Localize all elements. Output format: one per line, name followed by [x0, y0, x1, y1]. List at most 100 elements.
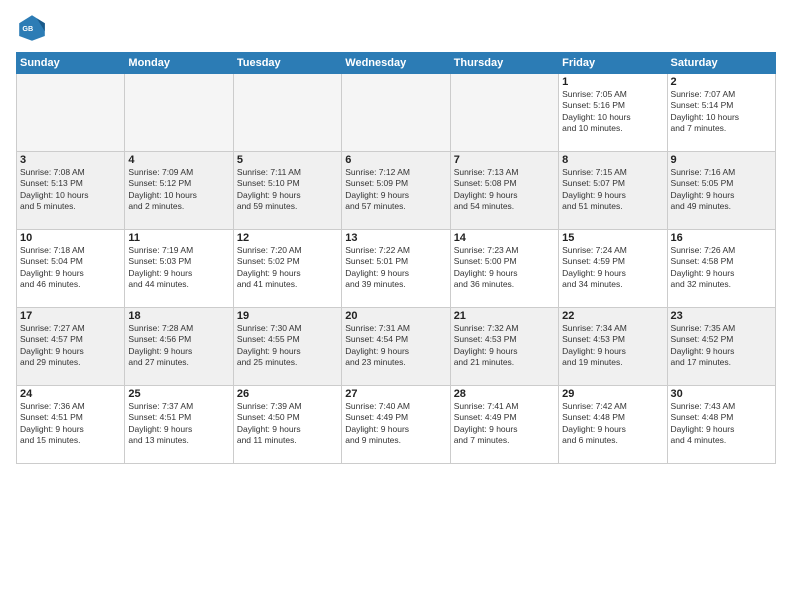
day-info: Sunrise: 7:08 AM Sunset: 5:13 PM Dayligh…	[20, 167, 121, 213]
day-number: 22	[562, 310, 663, 322]
day-info: Sunrise: 7:36 AM Sunset: 4:51 PM Dayligh…	[20, 401, 121, 447]
day-cell: 30Sunrise: 7:43 AM Sunset: 4:48 PM Dayli…	[667, 386, 775, 464]
day-cell: 20Sunrise: 7:31 AM Sunset: 4:54 PM Dayli…	[342, 308, 450, 386]
day-info: Sunrise: 7:23 AM Sunset: 5:00 PM Dayligh…	[454, 245, 555, 291]
day-cell: 9Sunrise: 7:16 AM Sunset: 5:05 PM Daylig…	[667, 152, 775, 230]
day-number: 10	[20, 232, 121, 244]
day-number: 12	[237, 232, 338, 244]
day-info: Sunrise: 7:07 AM Sunset: 5:14 PM Dayligh…	[671, 89, 772, 135]
day-number: 8	[562, 154, 663, 166]
day-info: Sunrise: 7:24 AM Sunset: 4:59 PM Dayligh…	[562, 245, 663, 291]
day-info: Sunrise: 7:22 AM Sunset: 5:01 PM Dayligh…	[345, 245, 446, 291]
day-number: 29	[562, 388, 663, 400]
day-info: Sunrise: 7:18 AM Sunset: 5:04 PM Dayligh…	[20, 245, 121, 291]
day-info: Sunrise: 7:26 AM Sunset: 4:58 PM Dayligh…	[671, 245, 772, 291]
day-number: 30	[671, 388, 772, 400]
day-cell: 27Sunrise: 7:40 AM Sunset: 4:49 PM Dayli…	[342, 386, 450, 464]
week-row-1: 1Sunrise: 7:05 AM Sunset: 5:16 PM Daylig…	[17, 74, 776, 152]
svg-text:GB: GB	[22, 24, 33, 33]
weekday-header-sunday: Sunday	[17, 53, 125, 74]
day-cell: 23Sunrise: 7:35 AM Sunset: 4:52 PM Dayli…	[667, 308, 775, 386]
header: GB	[16, 12, 776, 44]
day-cell: 18Sunrise: 7:28 AM Sunset: 4:56 PM Dayli…	[125, 308, 233, 386]
day-number: 16	[671, 232, 772, 244]
day-number: 24	[20, 388, 121, 400]
day-info: Sunrise: 7:28 AM Sunset: 4:56 PM Dayligh…	[128, 323, 229, 369]
weekday-header-tuesday: Tuesday	[233, 53, 341, 74]
day-cell	[125, 74, 233, 152]
day-cell	[342, 74, 450, 152]
week-row-2: 3Sunrise: 7:08 AM Sunset: 5:13 PM Daylig…	[17, 152, 776, 230]
day-cell: 19Sunrise: 7:30 AM Sunset: 4:55 PM Dayli…	[233, 308, 341, 386]
day-number: 26	[237, 388, 338, 400]
day-number: 13	[345, 232, 446, 244]
day-cell: 6Sunrise: 7:12 AM Sunset: 5:09 PM Daylig…	[342, 152, 450, 230]
weekday-header-saturday: Saturday	[667, 53, 775, 74]
day-info: Sunrise: 7:15 AM Sunset: 5:07 PM Dayligh…	[562, 167, 663, 213]
day-number: 17	[20, 310, 121, 322]
calendar-table: SundayMondayTuesdayWednesdayThursdayFrid…	[16, 52, 776, 464]
day-info: Sunrise: 7:39 AM Sunset: 4:50 PM Dayligh…	[237, 401, 338, 447]
day-cell: 13Sunrise: 7:22 AM Sunset: 5:01 PM Dayli…	[342, 230, 450, 308]
day-cell: 1Sunrise: 7:05 AM Sunset: 5:16 PM Daylig…	[559, 74, 667, 152]
day-cell	[233, 74, 341, 152]
day-number: 6	[345, 154, 446, 166]
day-cell: 4Sunrise: 7:09 AM Sunset: 5:12 PM Daylig…	[125, 152, 233, 230]
day-number: 9	[671, 154, 772, 166]
weekday-header-monday: Monday	[125, 53, 233, 74]
page: GB SundayMondayTuesdayWednesdayThursdayF…	[0, 0, 792, 612]
day-info: Sunrise: 7:43 AM Sunset: 4:48 PM Dayligh…	[671, 401, 772, 447]
day-cell	[450, 74, 558, 152]
day-info: Sunrise: 7:42 AM Sunset: 4:48 PM Dayligh…	[562, 401, 663, 447]
day-info: Sunrise: 7:12 AM Sunset: 5:09 PM Dayligh…	[345, 167, 446, 213]
day-number: 28	[454, 388, 555, 400]
day-info: Sunrise: 7:05 AM Sunset: 5:16 PM Dayligh…	[562, 89, 663, 135]
day-cell: 15Sunrise: 7:24 AM Sunset: 4:59 PM Dayli…	[559, 230, 667, 308]
day-number: 23	[671, 310, 772, 322]
day-cell: 26Sunrise: 7:39 AM Sunset: 4:50 PM Dayli…	[233, 386, 341, 464]
day-cell: 28Sunrise: 7:41 AM Sunset: 4:49 PM Dayli…	[450, 386, 558, 464]
day-number: 27	[345, 388, 446, 400]
day-cell: 25Sunrise: 7:37 AM Sunset: 4:51 PM Dayli…	[125, 386, 233, 464]
day-number: 11	[128, 232, 229, 244]
week-row-3: 10Sunrise: 7:18 AM Sunset: 5:04 PM Dayli…	[17, 230, 776, 308]
day-number: 19	[237, 310, 338, 322]
day-cell: 11Sunrise: 7:19 AM Sunset: 5:03 PM Dayli…	[125, 230, 233, 308]
day-number: 25	[128, 388, 229, 400]
day-number: 15	[562, 232, 663, 244]
day-number: 2	[671, 76, 772, 88]
day-cell: 16Sunrise: 7:26 AM Sunset: 4:58 PM Dayli…	[667, 230, 775, 308]
day-number: 20	[345, 310, 446, 322]
day-info: Sunrise: 7:16 AM Sunset: 5:05 PM Dayligh…	[671, 167, 772, 213]
logo: GB	[16, 12, 52, 44]
day-cell: 24Sunrise: 7:36 AM Sunset: 4:51 PM Dayli…	[17, 386, 125, 464]
day-number: 7	[454, 154, 555, 166]
day-cell: 2Sunrise: 7:07 AM Sunset: 5:14 PM Daylig…	[667, 74, 775, 152]
day-cell	[17, 74, 125, 152]
day-number: 3	[20, 154, 121, 166]
day-number: 4	[128, 154, 229, 166]
day-cell: 7Sunrise: 7:13 AM Sunset: 5:08 PM Daylig…	[450, 152, 558, 230]
day-info: Sunrise: 7:40 AM Sunset: 4:49 PM Dayligh…	[345, 401, 446, 447]
day-info: Sunrise: 7:34 AM Sunset: 4:53 PM Dayligh…	[562, 323, 663, 369]
weekday-header-wednesday: Wednesday	[342, 53, 450, 74]
day-number: 5	[237, 154, 338, 166]
logo-icon: GB	[16, 12, 48, 44]
day-info: Sunrise: 7:11 AM Sunset: 5:10 PM Dayligh…	[237, 167, 338, 213]
day-info: Sunrise: 7:09 AM Sunset: 5:12 PM Dayligh…	[128, 167, 229, 213]
day-number: 21	[454, 310, 555, 322]
day-number: 14	[454, 232, 555, 244]
week-row-5: 24Sunrise: 7:36 AM Sunset: 4:51 PM Dayli…	[17, 386, 776, 464]
day-cell: 8Sunrise: 7:15 AM Sunset: 5:07 PM Daylig…	[559, 152, 667, 230]
day-cell: 5Sunrise: 7:11 AM Sunset: 5:10 PM Daylig…	[233, 152, 341, 230]
day-info: Sunrise: 7:32 AM Sunset: 4:53 PM Dayligh…	[454, 323, 555, 369]
day-info: Sunrise: 7:20 AM Sunset: 5:02 PM Dayligh…	[237, 245, 338, 291]
day-info: Sunrise: 7:27 AM Sunset: 4:57 PM Dayligh…	[20, 323, 121, 369]
day-cell: 29Sunrise: 7:42 AM Sunset: 4:48 PM Dayli…	[559, 386, 667, 464]
day-cell: 3Sunrise: 7:08 AM Sunset: 5:13 PM Daylig…	[17, 152, 125, 230]
weekday-header-friday: Friday	[559, 53, 667, 74]
day-cell: 10Sunrise: 7:18 AM Sunset: 5:04 PM Dayli…	[17, 230, 125, 308]
day-info: Sunrise: 7:13 AM Sunset: 5:08 PM Dayligh…	[454, 167, 555, 213]
day-info: Sunrise: 7:37 AM Sunset: 4:51 PM Dayligh…	[128, 401, 229, 447]
day-cell: 21Sunrise: 7:32 AM Sunset: 4:53 PM Dayli…	[450, 308, 558, 386]
